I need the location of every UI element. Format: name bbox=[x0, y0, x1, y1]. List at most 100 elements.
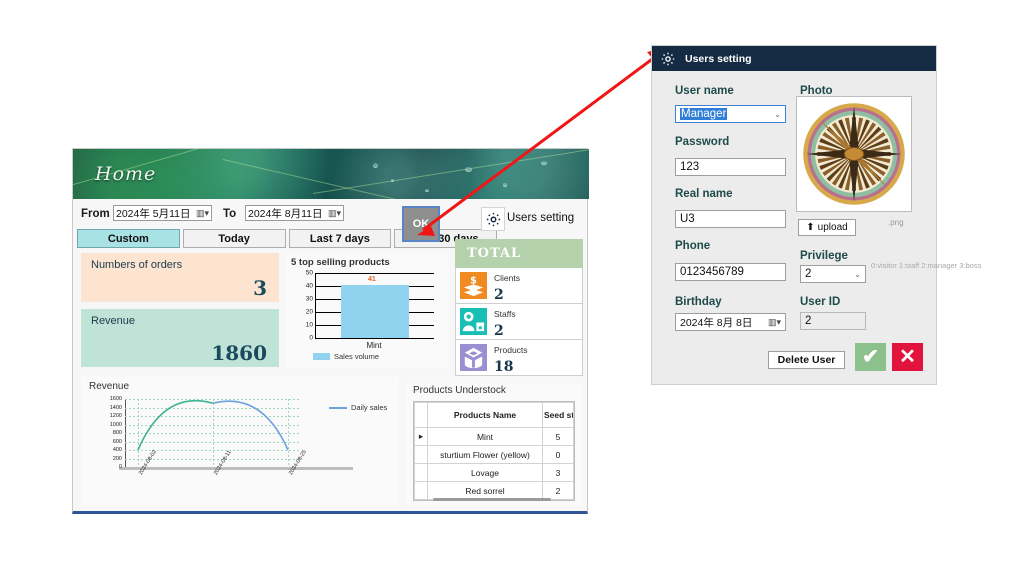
home-banner: Home bbox=[73, 149, 589, 199]
y-tick-label: 20 bbox=[305, 308, 313, 316]
real-name-field[interactable]: U3 bbox=[675, 210, 786, 228]
chevron-down-icon[interactable]: ⌄ bbox=[774, 110, 781, 119]
page-title: Home bbox=[95, 163, 157, 185]
bar-data-label: 41 bbox=[368, 275, 376, 283]
total-row-staffs[interactable]: Staffs 2 bbox=[455, 304, 583, 340]
kpi-card-revenue: Revenue 1860 bbox=[81, 309, 279, 367]
total-clients-value: 2 bbox=[494, 286, 504, 303]
total-panel: TOTAL $ Clients 2 Staffs 2 Products 18 bbox=[455, 239, 583, 383]
to-date-value: 2024年 8月11日 bbox=[248, 207, 323, 220]
calendar-dropdown-icon[interactable]: ▥▾ bbox=[768, 317, 781, 328]
cell-product-name: sturtium Flower (yellow) bbox=[427, 445, 543, 464]
password-field[interactable]: 123 bbox=[675, 158, 786, 176]
y-tick-label: 50 bbox=[305, 269, 313, 277]
gear-icon bbox=[661, 52, 675, 65]
col-name-header: Products Name bbox=[427, 402, 543, 428]
to-label: To bbox=[223, 208, 237, 220]
real-name-value: U3 bbox=[680, 213, 695, 225]
understock-panel: Products Understock Products Name Seed s… bbox=[407, 383, 583, 505]
cell-seed-stock: 5 bbox=[542, 427, 574, 446]
calendar-dropdown-icon[interactable]: ▥▾ bbox=[328, 208, 341, 219]
phone-field[interactable]: 0123456789 bbox=[675, 263, 786, 281]
delete-user-button[interactable]: Delete User bbox=[768, 351, 845, 369]
kpi-orders-label: Numbers of orders bbox=[91, 259, 183, 271]
total-clients-label: Clients bbox=[494, 272, 520, 283]
birthday-field[interactable]: 2024年 8月 8日 ▥▾ bbox=[675, 313, 786, 331]
table-header-row: Products Name Seed stock bbox=[414, 402, 574, 428]
kpi-revenue-label: Revenue bbox=[91, 315, 136, 327]
range-last7-button[interactable]: Last 7 days bbox=[288, 229, 392, 248]
revenue-series-line bbox=[137, 399, 289, 451]
file-extension-label: .png bbox=[888, 218, 904, 227]
privilege-label: Privilege bbox=[800, 250, 848, 262]
compass-rose-image bbox=[803, 103, 905, 205]
privilege-select[interactable]: 2 ⌄ bbox=[800, 265, 866, 283]
photo-preview[interactable] bbox=[796, 96, 912, 212]
total-staffs-value: 2 bbox=[494, 322, 504, 339]
legend-swatch bbox=[313, 353, 330, 360]
real-name-label: Real name bbox=[675, 188, 733, 200]
y-tick-label: 0 bbox=[309, 334, 313, 342]
total-products-value: 18 bbox=[494, 358, 514, 375]
ok-button[interactable]: OK bbox=[402, 206, 440, 242]
gridline bbox=[316, 273, 434, 274]
cell-product-name: Lovage bbox=[427, 463, 543, 482]
from-date-input[interactable]: 2024年 5月11日 ▥▾ bbox=[113, 205, 212, 221]
y-tick-label: 800 bbox=[112, 430, 122, 436]
top-selling-legend: Sales volume bbox=[313, 352, 379, 361]
row-marker: ▸ bbox=[414, 427, 428, 446]
total-products-label: Products bbox=[494, 344, 528, 355]
cell-seed-stock: 3 bbox=[542, 463, 574, 482]
user-id-value: 2 bbox=[805, 315, 812, 327]
range-today-button[interactable]: Today bbox=[182, 229, 286, 248]
privilege-value: 2 bbox=[805, 268, 812, 280]
understock-table[interactable]: Products Name Seed stock ▸Mint5sturtium … bbox=[413, 401, 575, 501]
col-mark-header bbox=[414, 402, 428, 428]
dialog-title-bar: Users setting bbox=[652, 46, 936, 71]
total-row-clients[interactable]: $ Clients 2 bbox=[455, 268, 583, 304]
bar bbox=[341, 284, 409, 338]
clients-icon: $ bbox=[459, 271, 488, 300]
revenue-chart: Revenue 0 200 400 600 800 1000 1200 1400 1600 202… bbox=[81, 377, 399, 505]
y-tick-label: 1200 bbox=[109, 413, 122, 419]
total-panel-title: TOTAL bbox=[455, 239, 583, 268]
user-id-label: User ID bbox=[800, 296, 841, 308]
close-icon: ✕ bbox=[899, 346, 916, 368]
table-row[interactable]: Lovage 3 bbox=[414, 463, 574, 482]
upload-label: upload bbox=[817, 222, 848, 233]
total-row-products[interactable]: Products 18 bbox=[455, 340, 583, 376]
y-tick-label: 40 bbox=[305, 282, 313, 290]
revenue-x-axis bbox=[119, 467, 353, 470]
cancel-button[interactable]: ✕ bbox=[892, 343, 923, 371]
phone-label: Phone bbox=[675, 240, 711, 252]
user-name-value: Manager bbox=[680, 108, 728, 120]
upload-button[interactable]: ⬆ upload bbox=[798, 219, 856, 236]
cell-seed-stock: 0 bbox=[542, 445, 574, 464]
users-setting-gear-icon[interactable] bbox=[481, 207, 505, 231]
table-row[interactable]: ▸ Mint 5 bbox=[414, 427, 574, 446]
upload-icon: ⬆ bbox=[806, 222, 815, 233]
table-row[interactable]: sturtium Flower (yellow) 0 bbox=[414, 445, 574, 464]
chevron-down-icon[interactable]: ⌄ bbox=[854, 270, 861, 279]
kpi-revenue-value: 1860 bbox=[211, 341, 267, 365]
range-custom-button[interactable]: Custom bbox=[77, 229, 180, 248]
kpi-card-orders: Numbers of orders 3 bbox=[81, 253, 279, 302]
dialog-title: Users setting bbox=[685, 52, 752, 65]
to-date-input[interactable]: 2024年 8月11日 ▥▾ bbox=[245, 205, 344, 221]
from-date-value: 2024年 5月11日 bbox=[116, 207, 191, 220]
dashboard-window: Home From 2024年 5月11日 ▥▾ To 2024年 8月11日 … bbox=[72, 148, 589, 514]
top-selling-plot-area: 0 10 20 30 40 50 41 bbox=[306, 270, 434, 342]
confirm-button[interactable]: ✔ bbox=[855, 343, 886, 371]
revenue-legend: Daily sales bbox=[329, 403, 387, 412]
top-selling-chart-title: 5 top selling products bbox=[291, 257, 390, 268]
user-name-select[interactable]: Manager ⌄ bbox=[675, 105, 786, 123]
y-tick-label: 400 bbox=[112, 447, 122, 453]
horizontal-scrollbar[interactable] bbox=[433, 498, 551, 501]
users-setting-label[interactable]: Users setting bbox=[507, 212, 574, 224]
calendar-dropdown-icon[interactable]: ▥▾ bbox=[196, 208, 209, 219]
cell-product-name: Red sorrel bbox=[427, 481, 543, 500]
y-tick-label: 10 bbox=[305, 321, 313, 329]
privilege-hint: 0:visitor 1:staff 2:manager 3:boss bbox=[871, 261, 982, 270]
birthday-label: Birthday bbox=[675, 296, 722, 308]
table-row[interactable]: Red sorrel 2 bbox=[414, 481, 574, 500]
